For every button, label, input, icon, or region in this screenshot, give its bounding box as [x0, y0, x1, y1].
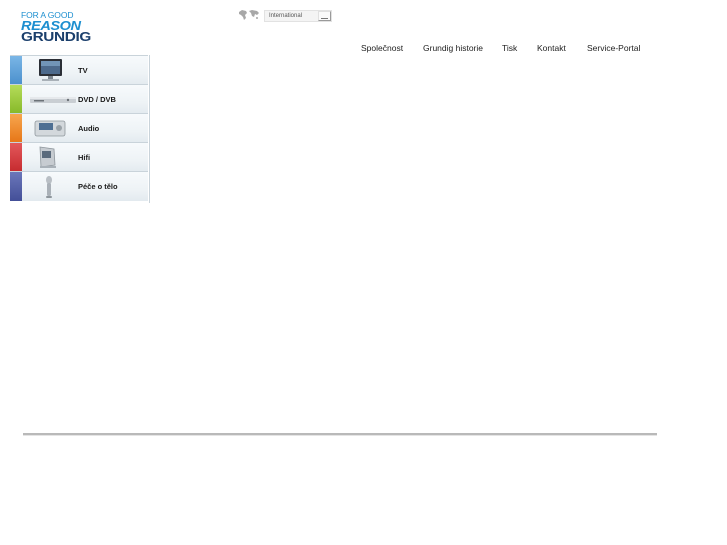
tv-icon — [39, 59, 62, 81]
category-color-stripe — [10, 143, 22, 172]
nav-link-kontakt[interactable]: Kontakt — [537, 42, 566, 54]
page: FOR A GOOD REASON GRUNDIG International … — [0, 0, 727, 545]
category-menu: TV DVD / DVB Audio Hifi Péče o tělo — [10, 55, 150, 203]
top-navigation: Společnost Grundig historie Tisk Kontakt… — [0, 42, 727, 54]
category-color-stripe — [10, 85, 22, 114]
language-value: International — [269, 13, 303, 19]
category-item-dvd-dvb[interactable]: DVD / DVB — [10, 84, 148, 114]
footer-divider — [23, 433, 657, 436]
dropdown-arrow-icon[interactable] — [318, 11, 331, 21]
category-item-tv[interactable]: TV — [10, 55, 148, 85]
category-color-stripe — [10, 114, 22, 143]
language-dropdown[interactable]: International — [264, 10, 332, 22]
dvd-player-icon — [30, 97, 76, 103]
hair-dryer-icon — [46, 176, 52, 198]
hifi-speaker-icon — [39, 146, 56, 168]
category-color-stripe — [10, 56, 22, 85]
category-label: Péče o tělo — [78, 182, 118, 191]
nav-link-service-portal[interactable]: Service-Portal — [587, 42, 640, 54]
nav-link-tisk[interactable]: Tisk — [502, 42, 517, 54]
category-color-stripe — [10, 172, 22, 201]
category-label: Audio — [78, 124, 100, 133]
audio-device-icon — [34, 120, 66, 137]
category-label: TV — [78, 66, 88, 75]
globe-icon — [239, 10, 259, 20]
nav-link-spolecnost[interactable]: Společnost — [361, 42, 403, 54]
category-item-audio[interactable]: Audio — [10, 113, 148, 143]
category-label: DVD / DVB — [78, 95, 116, 104]
category-item-pece-o-telo[interactable]: Péče o tělo — [10, 171, 148, 201]
grundig-logo[interactable]: FOR A GOOD REASON GRUNDIG — [21, 10, 111, 44]
nav-link-grundig-historie[interactable]: Grundig historie — [423, 42, 483, 54]
category-item-hifi[interactable]: Hifi — [10, 142, 148, 172]
category-label: Hifi — [78, 153, 91, 162]
